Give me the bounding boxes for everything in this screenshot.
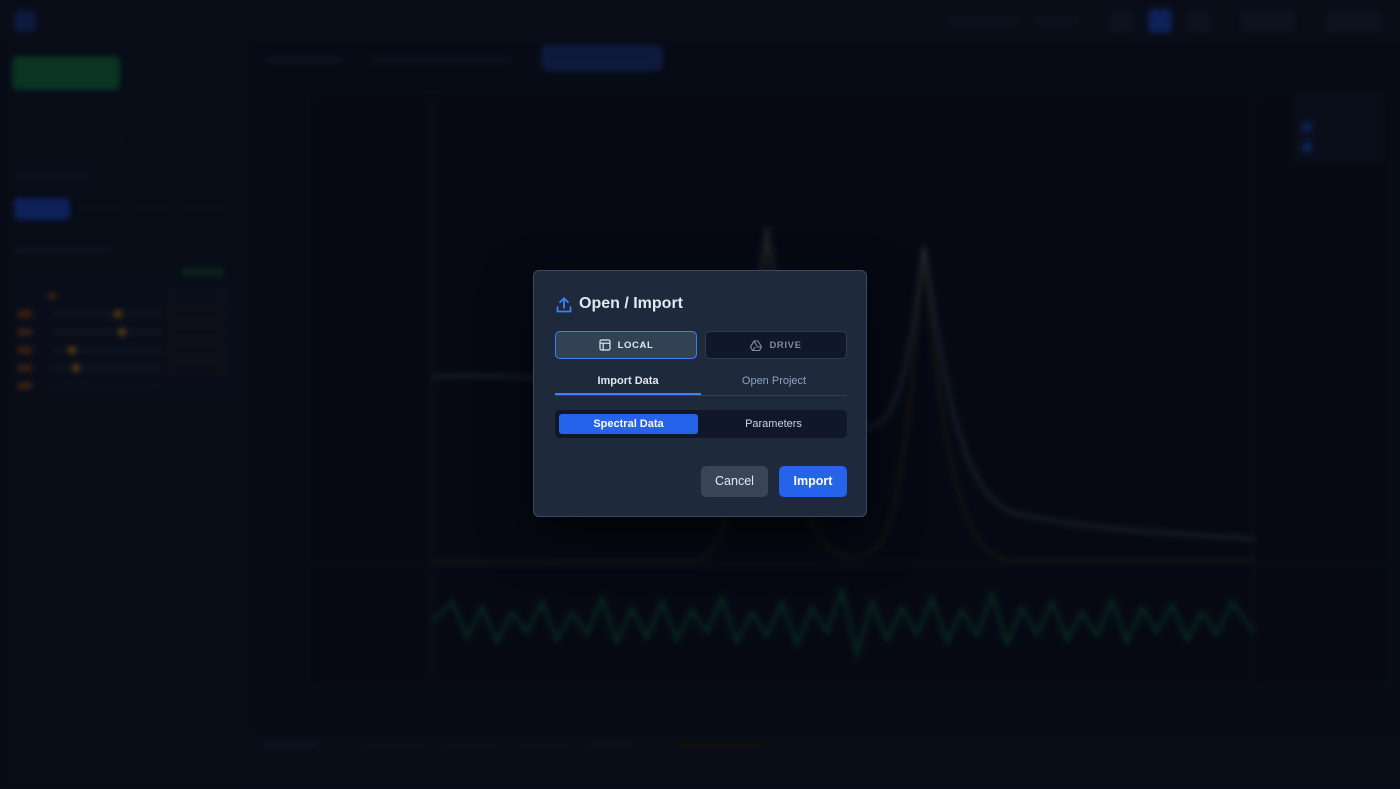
import-tabs: Import Data Open Project (555, 372, 847, 396)
open-import-dialog: Open / Import LOCAL DRIVE Import Data Op… (533, 270, 867, 517)
data-type-parameters[interactable]: Parameters (704, 414, 843, 434)
tab-open-project[interactable]: Open Project (701, 372, 847, 395)
import-button[interactable]: Import (779, 466, 847, 497)
upload-icon (556, 297, 572, 313)
source-local-label: LOCAL (617, 339, 654, 351)
source-drive-label: DRIVE (769, 339, 802, 351)
drive-icon (750, 339, 763, 351)
cancel-button[interactable]: Cancel (701, 466, 768, 497)
data-type-selector: Spectral Data Parameters (555, 410, 847, 438)
file-icon (599, 339, 611, 351)
source-drive-button[interactable]: DRIVE (705, 331, 847, 359)
dialog-title: Open / Import (579, 295, 683, 312)
tab-import-data[interactable]: Import Data (555, 372, 701, 395)
data-type-spectral[interactable]: Spectral Data (559, 414, 698, 434)
source-local-button[interactable]: LOCAL (555, 331, 697, 359)
